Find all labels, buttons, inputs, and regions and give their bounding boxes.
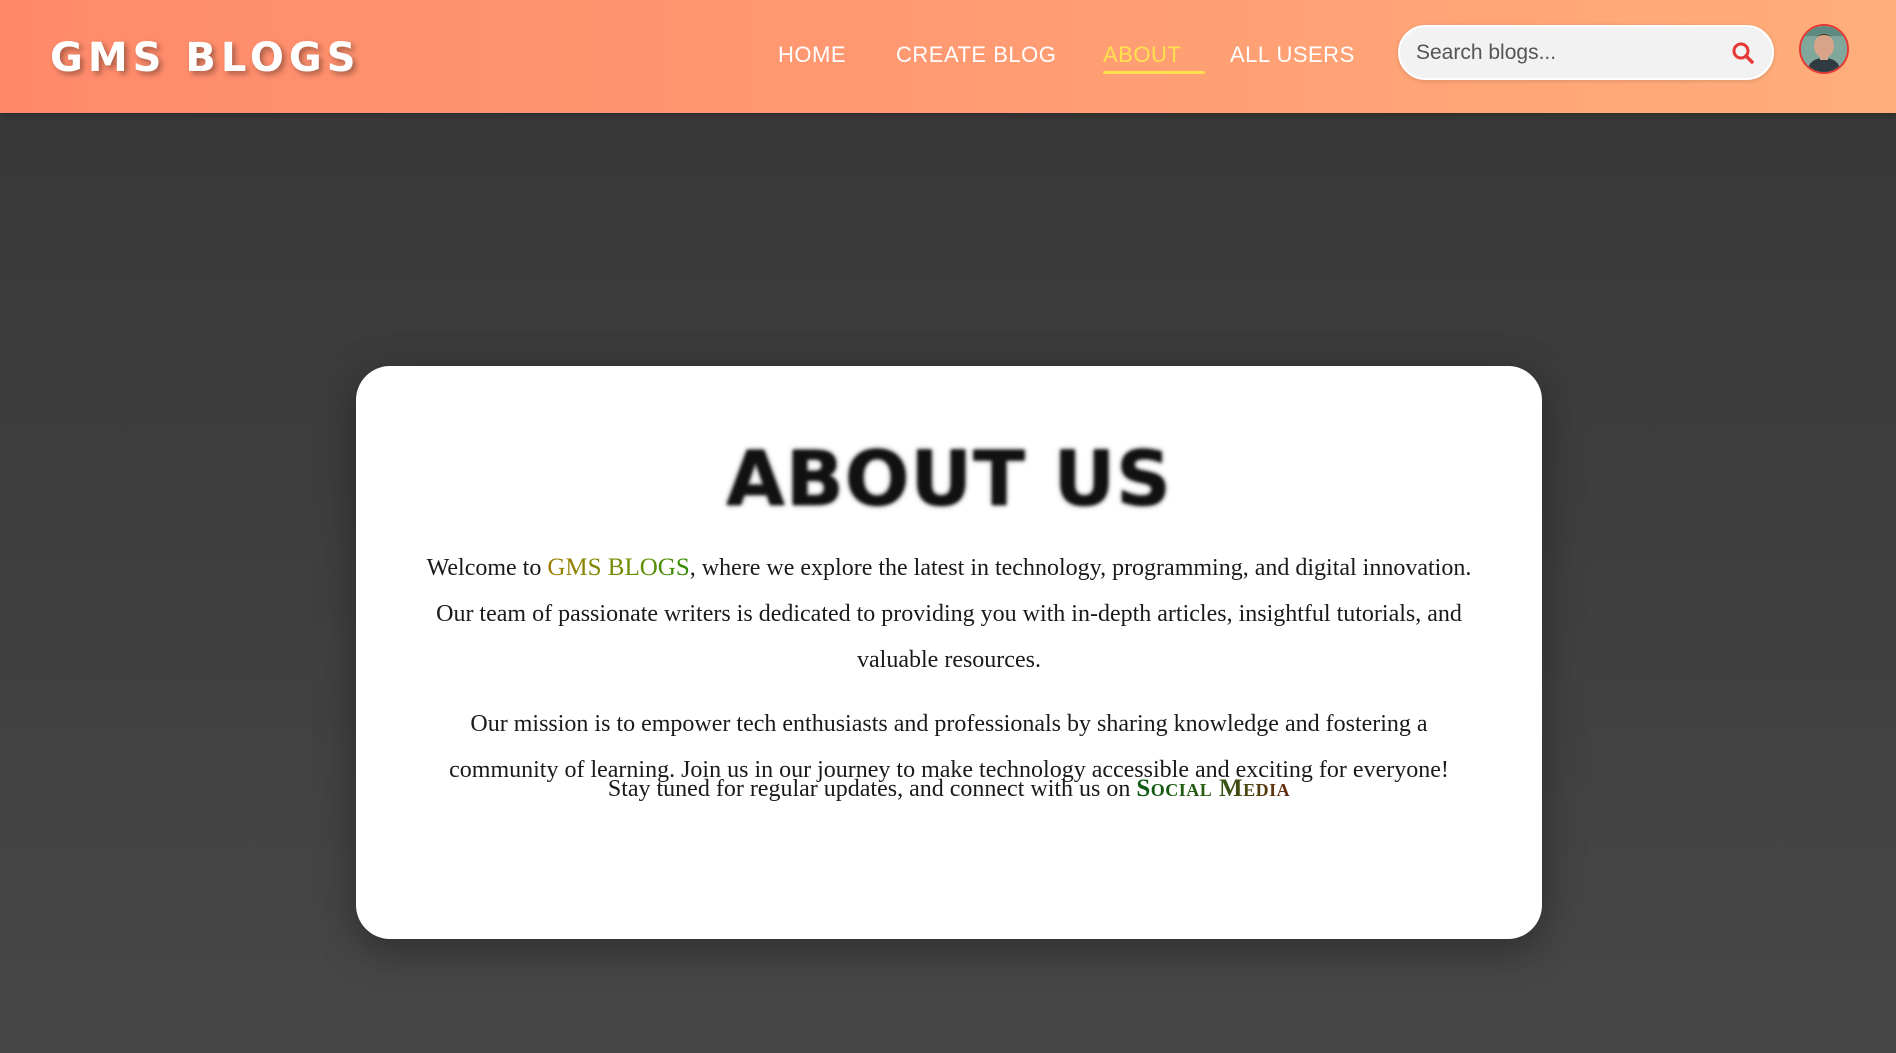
site-logo[interactable]: GMS BLOGS	[50, 34, 361, 82]
about-intro-paragraph: Welcome to GMS BLOGS, where we explore t…	[416, 545, 1482, 683]
social-media-link[interactable]: Social Media	[1136, 775, 1290, 802]
connect-paragraph: Stay tuned for regular updates, and conn…	[416, 766, 1482, 812]
intro-text-start: Welcome to	[426, 555, 548, 581]
nav-all-users[interactable]: ALL USERS	[1230, 40, 1355, 74]
connect-text: Stay tuned for regular updates, and conn…	[607, 776, 1137, 802]
avatar[interactable]	[1799, 24, 1849, 74]
nav-about[interactable]: ABOUT	[1103, 40, 1206, 74]
nav-create-blog[interactable]: CREATE BLOG	[896, 40, 1056, 74]
brand-highlight: GMS BLOGS	[547, 554, 690, 581]
page-title: ABOUT US	[726, 434, 1172, 523]
nav-home[interactable]: HOME	[778, 40, 846, 74]
search-bar	[1398, 25, 1774, 80]
navbar: GMS BLOGS HOME CREATE BLOG ABOUT ALL USE…	[0, 0, 1896, 113]
about-card: ABOUT US Welcome to GMS BLOGS, where we …	[356, 366, 1542, 939]
search-icon[interactable]	[1730, 40, 1756, 66]
search-input[interactable]	[1416, 35, 1716, 71]
